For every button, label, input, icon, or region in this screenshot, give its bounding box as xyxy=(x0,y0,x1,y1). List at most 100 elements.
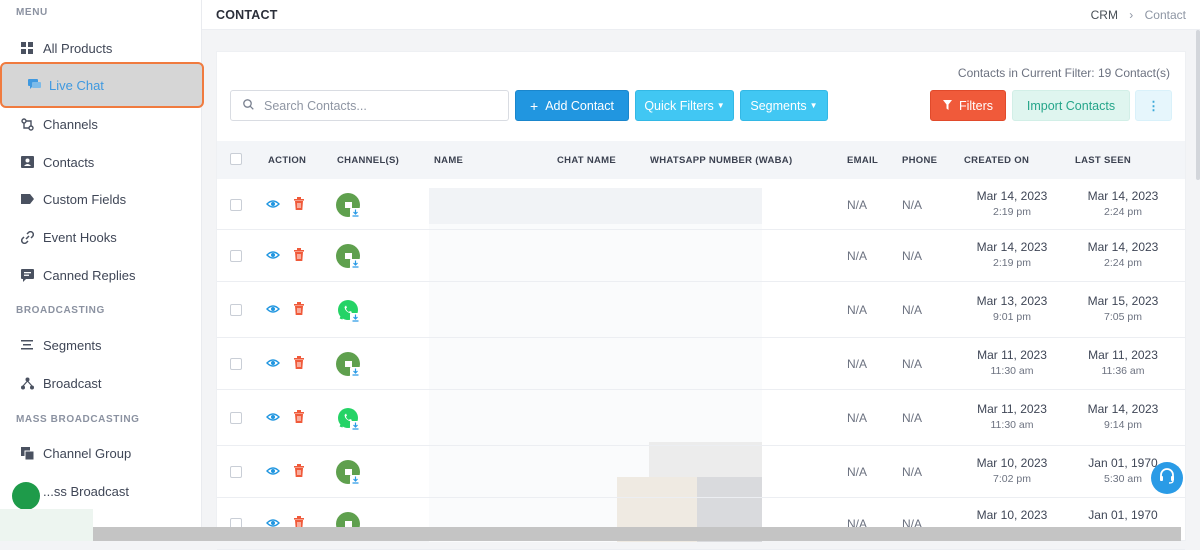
filters-button[interactable]: Filters xyxy=(930,90,1006,121)
top-header: CONTACT CRM › Contact xyxy=(202,0,1200,30)
last-seen-time: 2:24 pm xyxy=(1104,257,1142,269)
view-icon[interactable] xyxy=(266,356,280,373)
column-header-whatsapp-number[interactable]: WHATSAPP NUMBER (WABA) xyxy=(650,155,792,166)
phone-cell: N/A xyxy=(902,411,923,425)
row-checkbox[interactable] xyxy=(230,466,242,478)
last-seen-date: Mar 14, 2023 xyxy=(1087,188,1159,203)
search-box[interactable] xyxy=(230,90,509,121)
table-row[interactable]: N/A N/A Mar 11, 2023 11:30 am Mar 11, 2023 11… xyxy=(217,338,1185,390)
created-date: Mar 14, 2023 xyxy=(976,188,1048,203)
last-seen-time: 9:14 pm xyxy=(1104,419,1142,431)
channel-icon[interactable] xyxy=(336,352,362,378)
created-date: Mar 10, 2023 xyxy=(976,456,1048,470)
last-seen-date: Jan 01, 1970 xyxy=(1088,508,1158,522)
table-row[interactable]: N/A N/A Mar 11, 2023 11:30 am Mar 14, 2023 9:… xyxy=(217,390,1185,446)
sidebar-item-broadcast[interactable]: Broadcast xyxy=(0,365,202,401)
email-cell: N/A xyxy=(847,197,868,212)
column-header-name[interactable]: NAME xyxy=(434,155,463,166)
delete-icon[interactable] xyxy=(293,196,305,213)
view-icon[interactable] xyxy=(266,464,280,481)
table-row[interactable]: N/A N/A Mar 14, 2023 2:19 pm Mar 14, 2023 2:2… xyxy=(217,230,1185,282)
view-icon[interactable] xyxy=(266,248,280,265)
table-row[interactable]: N/A N/A Mar 13, 2023 9:01 pm Mar 15, 2023 7:0… xyxy=(217,282,1185,338)
contacts-card: Contacts in Current Filter: 19 Contact(s… xyxy=(216,51,1186,550)
created-time: 2:19 pm xyxy=(993,205,1031,218)
row-checkbox[interactable] xyxy=(230,358,242,370)
import-contacts-button[interactable]: Import Contacts xyxy=(1012,90,1130,121)
row-checkbox[interactable] xyxy=(230,304,242,316)
column-header-last-seen[interactable]: LAST SEEN xyxy=(1075,155,1131,166)
delete-icon[interactable] xyxy=(293,356,305,372)
column-header-chat-name[interactable]: CHAT NAME xyxy=(557,155,616,166)
more-options-button[interactable]: ⋮ xyxy=(1135,90,1172,121)
created-date: Mar 11, 2023 xyxy=(977,348,1047,362)
contact-card-icon xyxy=(20,155,34,169)
sidebar-item-channel-group[interactable]: Channel Group xyxy=(0,435,202,471)
delete-icon[interactable] xyxy=(293,248,305,264)
delete-icon[interactable] xyxy=(293,464,305,480)
created-time: 9:01 pm xyxy=(993,311,1031,323)
row-checkbox[interactable] xyxy=(230,412,242,424)
row-checkbox[interactable] xyxy=(230,198,242,211)
last-seen-time: 2:24 pm xyxy=(1104,205,1142,218)
last-seen-date: Mar 11, 2023 xyxy=(1088,348,1158,362)
segments-button[interactable]: Segments ▼ xyxy=(740,90,828,121)
breadcrumb-crm[interactable]: CRM xyxy=(1091,8,1118,22)
view-icon[interactable] xyxy=(266,197,280,214)
view-icon[interactable] xyxy=(266,302,280,319)
email-cell: N/A xyxy=(847,465,868,479)
table-row[interactable]: N/A N/A Mar 14, 2023 2:19 pm Mar 14, 2023 2:2… xyxy=(217,179,1185,230)
table-row[interactable]: N/AN/AMar 10, 20237:02 pmJan 01, 19705:3… xyxy=(217,498,1185,550)
table-row[interactable]: N/AN/AMar 10, 20237:02 pmJan 01, 19705:3… xyxy=(217,446,1185,498)
sidebar-item-label: Segments xyxy=(43,337,102,353)
email-cell: N/A xyxy=(847,411,868,425)
add-contact-button[interactable]: + Add Contact xyxy=(515,90,629,121)
channel-icon[interactable] xyxy=(336,244,362,270)
delete-icon[interactable] xyxy=(293,410,305,426)
column-header-created-on[interactable]: CREATED ON xyxy=(964,155,1029,166)
search-input[interactable] xyxy=(264,98,494,113)
view-icon[interactable] xyxy=(266,410,280,427)
sidebar-item-event-hooks[interactable]: Event Hooks xyxy=(0,219,202,255)
sidebar-item-segments[interactable]: Segments xyxy=(0,327,202,363)
support-chat-button[interactable] xyxy=(1151,462,1183,494)
last-seen-cell: Mar 14, 2023 2:24 pm xyxy=(1073,189,1173,218)
channel-icon[interactable] xyxy=(336,460,362,486)
row-checkbox[interactable] xyxy=(230,250,242,262)
horizontal-scrollbar[interactable] xyxy=(93,527,1181,541)
last-seen-cell: Mar 11, 2023 11:36 am xyxy=(1073,348,1173,377)
mass-broadcasting-section-title: MASS BROADCASTING xyxy=(16,414,140,425)
phone-cell: N/A xyxy=(902,197,923,212)
quick-filters-button[interactable]: Quick Filters ▼ xyxy=(635,90,734,121)
sidebar-item-custom-fields[interactable]: Custom Fields xyxy=(0,181,202,217)
sidebar-item-canned-replies[interactable]: Canned Replies xyxy=(0,257,202,293)
column-header-channels: CHANNEL(S) xyxy=(337,155,400,166)
sidebar-item-label: Live Chat xyxy=(49,77,104,93)
sidebar-item-mass-broadcast[interactable]: ...ss Broadcast xyxy=(0,473,202,510)
whatsapp-icon[interactable] xyxy=(336,298,362,324)
sidebar-item-contacts[interactable]: Contacts xyxy=(0,144,202,180)
sidebar-item-channels[interactable]: Channels xyxy=(0,106,202,142)
vertical-scrollbar[interactable] xyxy=(1196,30,1200,180)
column-header-phone[interactable]: PHONE xyxy=(902,155,937,166)
headset-icon xyxy=(1158,467,1176,490)
sidebar-item-label: Custom Fields xyxy=(43,191,127,207)
menu-section-title: MENU xyxy=(16,7,48,18)
last-seen-cell: Mar 14, 2023 2:24 pm xyxy=(1073,240,1173,269)
created-date: Mar 14, 2023 xyxy=(976,240,1048,254)
created-time: 7:02 pm xyxy=(993,473,1031,485)
sidebar-item-label: ...ss Broadcast xyxy=(43,483,129,499)
tag-icon xyxy=(20,192,34,206)
sidebar-item-live-chat[interactable]: Live Chat xyxy=(0,62,204,108)
sidebar-item-label: All Products xyxy=(43,40,113,56)
breadcrumb-separator-icon: › xyxy=(1129,8,1134,22)
whatsapp-icon[interactable] xyxy=(336,406,362,432)
delete-icon[interactable] xyxy=(293,302,305,318)
select-all-checkbox[interactable] xyxy=(230,153,242,165)
created-on-cell: Mar 11, 2023 11:30 am xyxy=(962,402,1062,431)
column-header-email[interactable]: EMAIL xyxy=(847,155,878,166)
created-on-cell: Mar 13, 2023 9:01 pm xyxy=(962,294,1062,323)
channel-icon[interactable] xyxy=(336,192,362,219)
breadcrumb-contact: Contact xyxy=(1144,8,1186,22)
sidebar-item-all-products[interactable]: All Products xyxy=(0,30,202,66)
